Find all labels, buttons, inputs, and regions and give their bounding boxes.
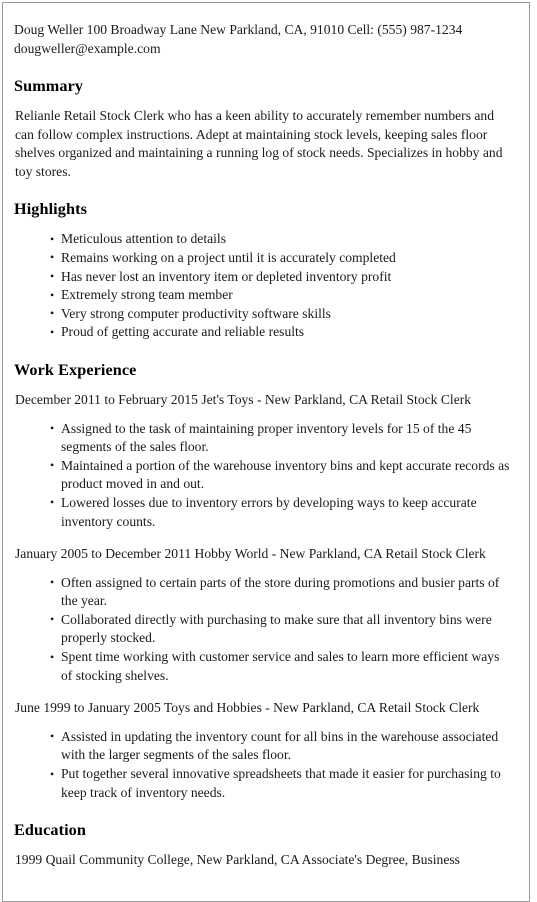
list-item: Meticulous attention to details — [50, 230, 513, 249]
job-heading: June 1999 to January 2005 Toys and Hobbi… — [15, 700, 480, 716]
list-item: Often assigned to certain parts of the s… — [50, 573, 513, 611]
list-item: Maintained a portion of the warehouse in… — [50, 456, 513, 494]
summary-heading: Summary — [14, 77, 84, 95]
job-bullets: Assisted in updating the inventory count… — [14, 727, 519, 802]
education-entry: 1999 Quail Community College, New Parkla… — [15, 852, 460, 868]
contact-header: Doug Weller 100 Broadway Lane New Parkla… — [14, 21, 519, 58]
highlights-heading: Highlights — [14, 200, 87, 219]
list-item: Assisted in updating the inventory count… — [50, 727, 513, 765]
list-item: Spent time working with customer service… — [50, 648, 513, 685]
list-item: Very strong computer productivity softwa… — [50, 304, 513, 324]
list-item: Lowered losses due to inventory errors b… — [50, 493, 513, 531]
list-item: Remains working on a project until it is… — [50, 248, 513, 268]
job-heading: January 2005 to December 2011 Hobby Worl… — [15, 546, 486, 562]
list-item: Collaborated directly with purchasing to… — [50, 610, 513, 648]
job-entry: December 2011 to February 2015 Jet's Toy… — [14, 391, 519, 531]
list-item: Assigned to the task of maintaining prop… — [50, 419, 513, 457]
work-experience-heading: Work Experience — [14, 360, 137, 379]
list-item: Has never lost an inventory item or depl… — [50, 267, 513, 287]
summary-paragraph: Relianle Retail Stock Clerk who has a ke… — [15, 108, 503, 179]
resume-page: Doug Weller 100 Broadway Lane New Parkla… — [2, 2, 530, 902]
job-entry: January 2005 to December 2011 Hobby Worl… — [14, 545, 519, 685]
list-item: Put together several innovative spreadsh… — [50, 765, 513, 802]
list-item: Proud of getting accurate and reliable r… — [50, 323, 513, 342]
contact-name-address-phone: Doug Weller 100 Broadway Lane New Parkla… — [14, 22, 463, 37]
list-item: Extremely strong team member — [50, 286, 513, 305]
education-heading: Education — [14, 821, 86, 840]
contact-email: dougweller@example.com — [14, 40, 161, 56]
job-bullets: Often assigned to certain parts of the s… — [14, 573, 519, 686]
job-heading: December 2011 to February 2015 Jet's Toy… — [15, 391, 472, 407]
highlights-list: Meticulous attention to details Remains … — [14, 230, 519, 342]
job-bullets: Assigned to the task of maintaining prop… — [14, 419, 519, 532]
job-entry: June 1999 to January 2005 Toys and Hobbi… — [14, 699, 519, 802]
